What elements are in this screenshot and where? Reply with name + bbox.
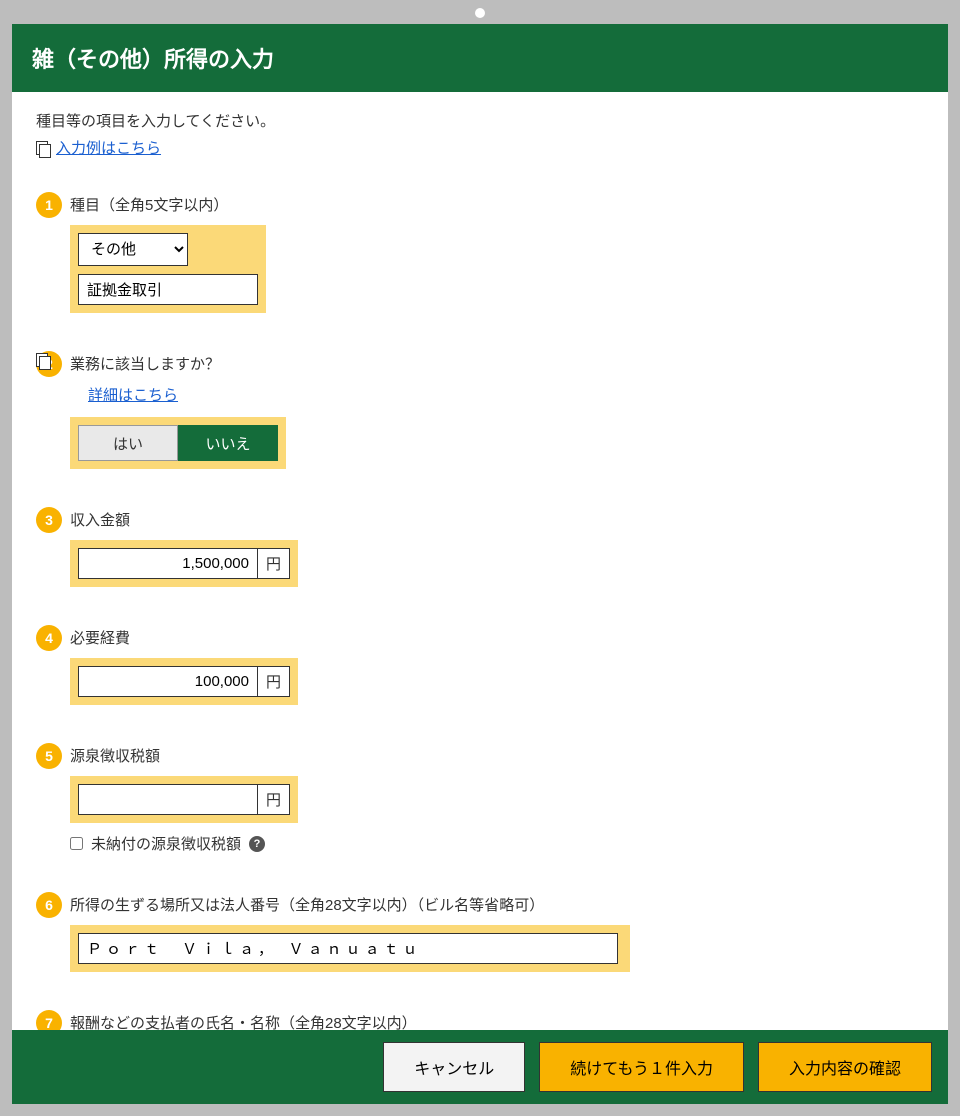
field-payer-label: 報酬などの支払者の氏名・名称（全角28文字以内） [70,1012,924,1030]
step-badge-4: 4 [36,625,62,651]
field-income: 3 収入金額 円 [36,509,924,587]
field-withholding-highlight: 円 [70,776,298,823]
location-input[interactable] [78,933,618,964]
type-text-input[interactable] [78,274,258,305]
field-expense-highlight: 円 [70,658,298,705]
pages-icon [36,141,50,155]
unpaid-withholding-row: 未納付の源泉徴収税額 ? [70,833,924,854]
step-badge-3: 3 [36,507,62,533]
type-select[interactable]: その他 [78,233,188,266]
field-location-highlight [70,925,630,972]
field-location: 6 所得の生ずる場所又は法人番号（全角28文字以内）（ビル名等省略可） [36,894,924,972]
field-business-label: 業務に該当しますか？ [70,353,924,374]
income-unit: 円 [258,548,290,579]
field-withholding: 5 源泉徴収税額 円 未納付の源泉徴収税額 ? [36,745,924,854]
toggle-yes[interactable]: はい [78,425,178,461]
field-payer: 7 報酬などの支払者の氏名・名称（全角28文字以内） [36,1012,924,1030]
business-detail-link[interactable]: 詳細はこちら [88,384,178,405]
example-link[interactable]: 入力例はこちら [56,137,161,158]
dialog-content: 種目等の項目を入力してください。 入力例はこちら 1 種目（全角5文字以内） そ… [12,92,948,1030]
business-detail-row: 詳細はこちら [82,384,924,405]
cancel-button[interactable]: キャンセル [383,1042,525,1092]
example-link-row: 入力例はこちら [36,137,924,158]
step-badge-6: 6 [36,892,62,918]
withholding-input[interactable] [78,784,258,815]
step-badge-5: 5 [36,743,62,769]
expense-input[interactable] [78,666,258,697]
income-input[interactable] [78,548,258,579]
confirm-button[interactable]: 入力内容の確認 [758,1042,932,1092]
field-type-label: 種目（全角5文字以内） [70,194,924,215]
expense-unit: 円 [258,666,290,697]
unpaid-withholding-checkbox[interactable] [70,837,83,850]
toggle-no[interactable]: いいえ [178,425,278,461]
field-business-highlight: はい いいえ [70,417,286,469]
field-location-label: 所得の生ずる場所又は法人番号（全角28文字以内）（ビル名等省略可） [70,894,924,915]
business-toggle: はい いいえ [78,425,278,461]
step-badge-1: 1 [36,192,62,218]
step-badge-7: 7 [36,1010,62,1030]
withholding-unit: 円 [258,784,290,815]
unpaid-withholding-label: 未納付の源泉徴収税額 [91,833,241,854]
dialog-footer: キャンセル 続けてもう１件入力 入力内容の確認 [12,1030,948,1104]
dialog-header: 雑（その他）所得の入力 [12,24,948,92]
help-icon[interactable]: ? [249,836,265,852]
add-more-button[interactable]: 続けてもう１件入力 [539,1042,744,1092]
browser-tab-dot [475,8,485,18]
field-income-label: 収入金額 [70,509,924,530]
field-expense: 4 必要経費 円 [36,627,924,705]
field-income-highlight: 円 [70,540,298,587]
field-expense-label: 必要経費 [70,627,924,648]
dialog-title: 雑（その他）所得の入力 [32,47,274,72]
field-withholding-label: 源泉徴収税額 [70,745,924,766]
instruction-text: 種目等の項目を入力してください。 [36,110,924,131]
field-business: 2 業務に該当しますか？ 詳細はこちら はい いいえ [36,353,924,469]
field-type-highlight: その他 [70,225,266,313]
field-type: 1 種目（全角5文字以内） その他 [36,194,924,313]
dialog-window: 雑（その他）所得の入力 種目等の項目を入力してください。 入力例はこちら 1 種… [12,24,948,1104]
